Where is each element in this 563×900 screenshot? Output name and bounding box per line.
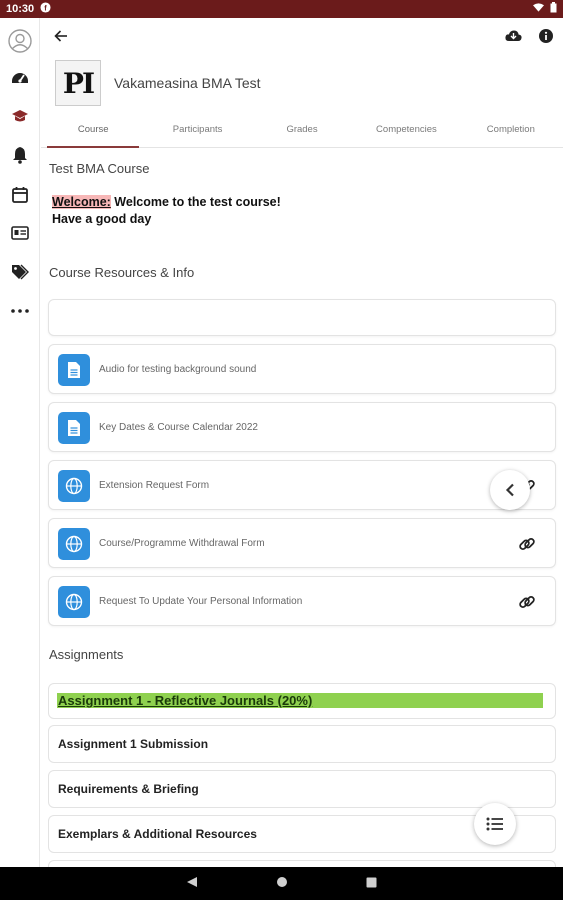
empty-module-card bbox=[48, 299, 556, 336]
course-index-button[interactable] bbox=[474, 803, 516, 845]
course-header: PI Vakameasina BMA Test bbox=[55, 60, 261, 106]
sidebar-item-courses[interactable] bbox=[0, 101, 40, 131]
bell-icon bbox=[13, 147, 27, 164]
main-content: PI Vakameasina BMA Test Course Participa… bbox=[41, 18, 563, 867]
sidebar-item-tags[interactable] bbox=[0, 257, 40, 287]
assignment-item-partial[interactable] bbox=[48, 860, 556, 867]
info-icon bbox=[539, 29, 553, 43]
tab-course[interactable]: Course bbox=[41, 118, 145, 148]
resource-item[interactable]: Extension Request Form bbox=[48, 460, 556, 510]
block-drawer-button[interactable] bbox=[490, 470, 530, 510]
tab-completion[interactable]: Completion bbox=[459, 118, 563, 147]
course-title: Vakameasina BMA Test bbox=[114, 75, 261, 91]
back-button[interactable] bbox=[51, 26, 71, 46]
resource-label: Key Dates & Course Calendar 2022 bbox=[99, 422, 258, 433]
course-logo: PI bbox=[55, 60, 101, 106]
square-recents-icon bbox=[366, 877, 377, 887]
section-title-assignments: Assignments bbox=[49, 647, 124, 662]
sidebar-item-dashboard[interactable] bbox=[0, 62, 40, 92]
cloud-download-icon bbox=[504, 30, 522, 41]
resource-item[interactable]: Key Dates & Course Calendar 2022 bbox=[48, 402, 556, 452]
resource-item[interactable]: Audio for testing background sound bbox=[48, 344, 556, 394]
assignment-item[interactable]: Assignment 1 Submission bbox=[48, 725, 556, 763]
resource-item[interactable]: Request To Update Your Personal Informat… bbox=[48, 576, 556, 626]
sidebar-item-calendar[interactable] bbox=[0, 179, 40, 209]
section-title-resources: Course Resources & Info bbox=[49, 265, 195, 280]
avatar-icon bbox=[8, 29, 32, 53]
chevron-left-icon bbox=[505, 483, 514, 497]
assignment-highlight-title: Assignment 1 - Reflective Journals (20%) bbox=[57, 693, 543, 708]
dashboard-icon bbox=[12, 73, 28, 83]
nav-home-button[interactable] bbox=[276, 875, 288, 893]
tab-participants[interactable]: Participants bbox=[145, 118, 249, 147]
document-icon bbox=[58, 354, 90, 386]
sidebar-item-notifications[interactable] bbox=[0, 140, 40, 170]
section-title-general: Test BMA Course bbox=[49, 161, 150, 176]
assignment-item[interactable]: Requirements & Briefing bbox=[48, 770, 556, 808]
tags-icon bbox=[12, 264, 29, 280]
section-summary: Welcome: Welcome to the test course! Hav… bbox=[52, 194, 281, 228]
graduation-cap-icon bbox=[12, 110, 28, 122]
sidebar-item-profile[interactable] bbox=[0, 24, 40, 58]
tab-grades[interactable]: Grades bbox=[250, 118, 354, 147]
welcome-text: Welcome to the test course! bbox=[110, 195, 281, 209]
info-button[interactable] bbox=[535, 25, 557, 47]
wifi-icon bbox=[533, 2, 544, 16]
download-button[interactable] bbox=[502, 26, 524, 46]
course-tabs: Course Participants Grades Competencies … bbox=[41, 118, 563, 148]
resource-label: Audio for testing background sound bbox=[99, 364, 257, 375]
document-icon bbox=[58, 412, 90, 444]
link-icon bbox=[519, 538, 535, 550]
app-notification-icon: f bbox=[40, 2, 51, 16]
summary-line-2: Have a good day bbox=[52, 212, 152, 226]
resource-item[interactable]: Course/Programme Withdrawal Form bbox=[48, 518, 556, 568]
globe-icon bbox=[58, 586, 90, 618]
status-bar: 10:30 f bbox=[0, 0, 563, 18]
assignment-label-card: Assignment 1 - Reflective Journals (20%) bbox=[48, 683, 556, 719]
top-bar bbox=[41, 18, 563, 52]
arrow-left-icon bbox=[54, 30, 67, 42]
triangle-back-icon bbox=[187, 876, 197, 887]
sidebar bbox=[0, 18, 40, 867]
globe-icon bbox=[58, 470, 90, 502]
nav-recents-button[interactable] bbox=[366, 875, 377, 893]
battery-icon bbox=[550, 2, 557, 16]
tab-competencies[interactable]: Competencies bbox=[354, 118, 458, 147]
sidebar-item-more[interactable] bbox=[0, 296, 40, 326]
resource-label: Request To Update Your Personal Informat… bbox=[99, 596, 303, 607]
link-icon bbox=[519, 596, 535, 608]
resource-label: Extension Request Form bbox=[99, 480, 210, 491]
list-icon bbox=[486, 817, 503, 831]
welcome-highlight: Welcome: bbox=[52, 195, 111, 209]
calendar-icon bbox=[12, 186, 28, 203]
id-card-icon bbox=[11, 226, 29, 240]
globe-icon bbox=[58, 528, 90, 560]
resource-label: Course/Programme Withdrawal Form bbox=[99, 538, 265, 549]
sidebar-item-badges[interactable] bbox=[0, 218, 40, 248]
system-nav-bar bbox=[0, 867, 563, 900]
status-time: 10:30 bbox=[6, 3, 35, 15]
nav-back-button[interactable] bbox=[186, 875, 198, 893]
circle-home-icon bbox=[277, 876, 287, 887]
more-icon bbox=[11, 309, 29, 313]
